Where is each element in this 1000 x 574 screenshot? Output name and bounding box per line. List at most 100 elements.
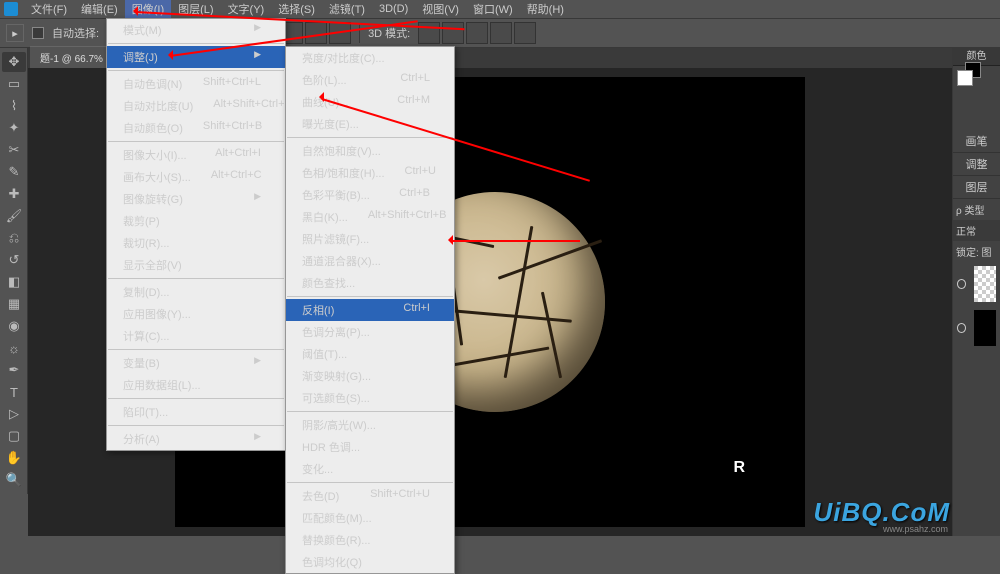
history-brush-tool[interactable]: ↺	[2, 250, 26, 270]
menu-item-gradient-map[interactable]: 渐变映射(G)...	[286, 365, 454, 387]
app-logo	[4, 2, 18, 16]
auto-select-checkbox[interactable]	[32, 27, 44, 39]
stamp-tool[interactable]: ⎌	[2, 228, 26, 248]
menu-item-apply-image[interactable]: 应用图像(Y)...	[107, 303, 285, 325]
crop-tool[interactable]: ✂	[2, 140, 26, 160]
menu-item-posterize[interactable]: 色调分离(P)...	[286, 321, 454, 343]
annotation-arrow-icon	[314, 92, 324, 102]
path-tool[interactable]: ▷	[2, 404, 26, 424]
wand-tool[interactable]: ✦	[2, 118, 26, 138]
panel-tab-layers[interactable]: 图层	[953, 176, 1000, 199]
menu-item-replace-color[interactable]: 替换颜色(R)...	[286, 529, 454, 551]
menu-window[interactable]: 窗口(W)	[466, 0, 520, 19]
menu-item-selective-color[interactable]: 可选颜色(S)...	[286, 387, 454, 409]
menu-item-photo-filter[interactable]: 照片滤镜(F)...	[286, 228, 454, 250]
menu-item-color-balance[interactable]: 色彩平衡(B)...Ctrl+B	[286, 184, 454, 206]
adjustments-submenu: 亮度/对比度(C)... 色阶(L)...Ctrl+L 曲线(U)...Ctrl…	[285, 46, 455, 574]
menu-item-canvas-size[interactable]: 画布大小(S)...Alt+Ctrl+C	[107, 166, 285, 188]
visibility-icon[interactable]	[957, 279, 966, 289]
visibility-icon[interactable]	[957, 323, 966, 333]
marquee-tool[interactable]: ▭	[2, 74, 26, 94]
menu-edit[interactable]: 编辑(E)	[74, 0, 125, 19]
rgb-badge: R	[727, 457, 751, 479]
hand-tool[interactable]: ✋	[2, 448, 26, 468]
mode3d-icon[interactable]	[442, 22, 464, 44]
menu-view[interactable]: 视图(V)	[415, 0, 466, 19]
panel-tab-adjust[interactable]: 调整	[953, 153, 1000, 176]
dodge-tool[interactable]: ☼	[2, 338, 26, 358]
menu-item-adjustments[interactable]: 调整(J)▶	[107, 46, 285, 68]
menu-item-calculations[interactable]: 计算(C)...	[107, 325, 285, 347]
menu-item-crop: 裁剪(P)	[107, 210, 285, 232]
pen-tool[interactable]: ✒	[2, 360, 26, 380]
mode3d-icon[interactable]	[514, 22, 536, 44]
toolbox: ✥ ▭ ⌇ ✦ ✂ ✎ ✚ 🖌 ⎌ ↺ ◧ ▦ ◉ ☼ ✒ T ▷ ▢ ✋ 🔍	[0, 48, 28, 494]
menu-item-brightness[interactable]: 亮度/对比度(C)...	[286, 47, 454, 69]
move-tool[interactable]: ✥	[2, 52, 26, 72]
mode3d-group	[418, 22, 536, 44]
panel-tabs: 画笔 调整 图层	[953, 130, 1000, 199]
shape-tool[interactable]: ▢	[2, 426, 26, 446]
annotation-arrow-icon	[163, 50, 173, 60]
annotation-line	[450, 240, 580, 242]
layer-thumbnail[interactable]	[974, 310, 996, 346]
menu-item-levels[interactable]: 色阶(L)...Ctrl+L	[286, 69, 454, 91]
blend-mode-select[interactable]: 正常	[953, 220, 1000, 241]
menu-help[interactable]: 帮助(H)	[520, 0, 571, 19]
lock-label: 锁定: 图	[953, 241, 1000, 262]
panel-tab-brush[interactable]: 画笔	[953, 130, 1000, 153]
layer-thumbnail[interactable]	[974, 266, 996, 302]
menu-item-analysis[interactable]: 分析(A)▶	[107, 428, 285, 450]
menu-filter[interactable]: 滤镜(T)	[322, 0, 372, 19]
annotation-arrow-icon	[443, 235, 453, 245]
color-swatch[interactable]	[953, 66, 1000, 90]
right-panel: 颜色 画笔 调整 图层 ρ 类型 正常 锁定: 图	[952, 48, 1000, 536]
menu-item-vibrance[interactable]: 自然饱和度(V)...	[286, 140, 454, 162]
gradient-tool[interactable]: ▦	[2, 294, 26, 314]
menu-item-hue[interactable]: 色相/饱和度(H)...Ctrl+U	[286, 162, 454, 184]
menu-item-mode[interactable]: 模式(M)▶	[107, 19, 285, 41]
type-tool[interactable]: T	[2, 382, 26, 402]
auto-select-label: 自动选择:	[52, 25, 99, 41]
blur-tool[interactable]: ◉	[2, 316, 26, 336]
layer-kind[interactable]: ρ 类型	[953, 199, 1000, 220]
menu-item-variations: 变化...	[286, 458, 454, 480]
move-tool-indicator[interactable]: ▸	[6, 24, 24, 42]
menu-item-image-rotation[interactable]: 图像旋转(G)▶	[107, 188, 285, 210]
menubar: 文件(F) 编辑(E) 图像(I) 图层(L) 文字(Y) 选择(S) 滤镜(T…	[0, 0, 1000, 18]
menu-item-shadows[interactable]: 阴影/高光(W)...	[286, 414, 454, 436]
menu-item-trap: 陷印(T)...	[107, 401, 285, 423]
lasso-tool[interactable]: ⌇	[2, 96, 26, 116]
menu-item-bw[interactable]: 黑白(K)...Alt+Shift+Ctrl+B	[286, 206, 454, 228]
menu-select[interactable]: 选择(S)	[271, 0, 322, 19]
menu-item-curves[interactable]: 曲线(U)...Ctrl+M	[286, 91, 454, 113]
menu-item-auto-color[interactable]: 自动颜色(O)Shift+Ctrl+B	[107, 117, 285, 139]
menu-file[interactable]: 文件(F)	[24, 0, 74, 19]
menu-item-invert[interactable]: 反相(I)Ctrl+I	[286, 299, 454, 321]
menu-3d[interactable]: 3D(D)	[372, 1, 415, 17]
menu-item-reveal-all[interactable]: 显示全部(V)	[107, 254, 285, 276]
foreground-color[interactable]	[957, 70, 973, 86]
mode3d-icon[interactable]	[466, 22, 488, 44]
menu-item-equalize[interactable]: 色调均化(Q)	[286, 551, 454, 573]
menu-item-duplicate[interactable]: 复制(D)...	[107, 281, 285, 303]
menu-item-threshold[interactable]: 阈值(T)...	[286, 343, 454, 365]
menu-item-color-lookup[interactable]: 颜色查找...	[286, 272, 454, 294]
menu-item-auto-contrast[interactable]: 自动对比度(U)Alt+Shift+Ctrl+L	[107, 95, 285, 117]
menu-item-trim[interactable]: 裁切(R)...	[107, 232, 285, 254]
menu-item-desaturate[interactable]: 去色(D)Shift+Ctrl+U	[286, 485, 454, 507]
menu-item-image-size[interactable]: 图像大小(I)...Alt+Ctrl+I	[107, 144, 285, 166]
mode3d-icon[interactable]	[490, 22, 512, 44]
menu-item-variables[interactable]: 变量(B)▶	[107, 352, 285, 374]
brush-tool[interactable]: 🖌	[2, 206, 26, 226]
zoom-tool[interactable]: 🔍	[2, 470, 26, 490]
menu-item-auto-tone[interactable]: 自动色调(N)Shift+Ctrl+L	[107, 73, 285, 95]
image-menu-dropdown: 模式(M)▶ 调整(J)▶ 自动色调(N)Shift+Ctrl+L 自动对比度(…	[106, 18, 286, 451]
heal-tool[interactable]: ✚	[2, 184, 26, 204]
eyedropper-tool[interactable]: ✎	[2, 162, 26, 182]
annotation-arrow-icon	[128, 6, 138, 16]
eraser-tool[interactable]: ◧	[2, 272, 26, 292]
menu-item-hdr[interactable]: HDR 色调...	[286, 436, 454, 458]
menu-item-match-color[interactable]: 匹配颜色(M)...	[286, 507, 454, 529]
menu-item-channel-mixer[interactable]: 通道混合器(X)...	[286, 250, 454, 272]
